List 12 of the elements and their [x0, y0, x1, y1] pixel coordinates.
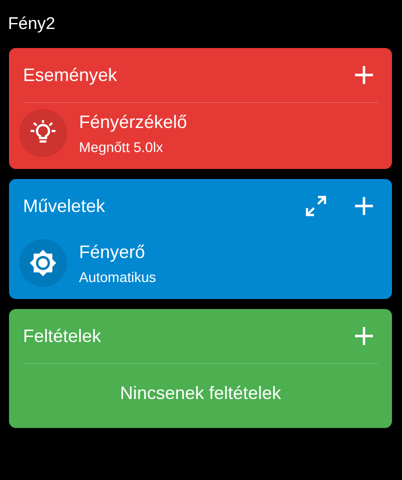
section-title: Műveletek	[23, 196, 106, 216]
item-icon-circle[interactable]	[19, 109, 67, 157]
section-title: Feltételek	[23, 326, 102, 346]
empty-message: Nincsenek feltételek	[120, 382, 282, 404]
item-detail: Automatikus	[79, 268, 156, 284]
item-icon-circle[interactable]	[19, 239, 67, 287]
section-title: Események	[23, 64, 118, 86]
screen-title: Fény2	[7, 13, 56, 32]
item-name: Fényérzékelő	[79, 112, 188, 132]
item-name: Fényerő	[79, 242, 146, 262]
brightness-icon	[29, 249, 57, 277]
item-detail: Megnőtt 5.0lx	[79, 138, 164, 154]
